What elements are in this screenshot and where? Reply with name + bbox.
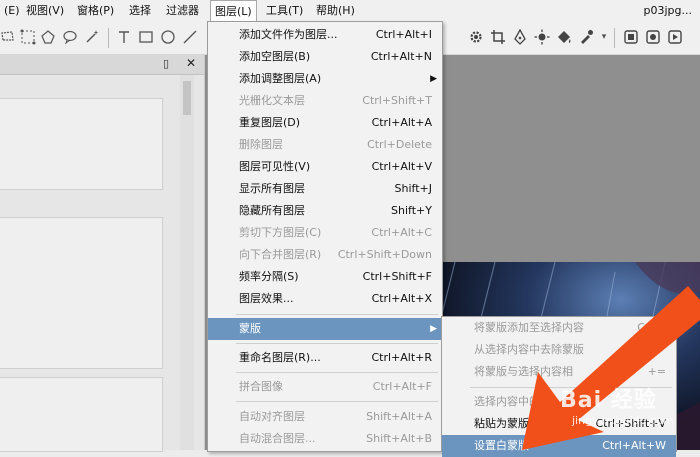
- menu-item-merge-down[interactable]: 向下合并图层(R) Ctrl+Shift+Down: [208, 244, 442, 266]
- menu-item-add-empty-layer[interactable]: 添加空图层(B) Ctrl+Alt+N: [208, 46, 442, 68]
- menu-view[interactable]: 视图(V): [22, 0, 68, 22]
- lasso-icon[interactable]: [0, 29, 16, 45]
- menu-tools[interactable]: 工具(T): [262, 0, 307, 22]
- menu-item-duplicate-layer[interactable]: 重复图层(D) Ctrl+Alt+A: [208, 112, 442, 134]
- rect-icon[interactable]: [138, 29, 154, 45]
- menu-select[interactable]: 选择: [125, 0, 155, 22]
- menu-separator-4: [236, 401, 438, 402]
- menu-item-frequency-separation[interactable]: 频率分隔(S) Ctrl+Shift+F: [208, 266, 442, 288]
- magic-wand-icon[interactable]: [84, 29, 100, 45]
- toolbar-separator-2: [614, 28, 615, 48]
- submenu-item-add-mask-to-selection[interactable]: 将蒙版添加至选择内容 Ctrl+: [442, 317, 676, 339]
- menu-item-flatten-image[interactable]: 拼合图像 Ctrl+Alt+F: [208, 376, 442, 398]
- menu-item-layer-effects[interactable]: 图层效果... Ctrl+Alt+X: [208, 288, 442, 310]
- menu-item-delete-layer[interactable]: 删除图层 Ctrl+Delete: [208, 134, 442, 156]
- marquee-icon[interactable]: [20, 29, 36, 45]
- menu-separator: [236, 314, 438, 315]
- ellipse-icon[interactable]: [160, 29, 176, 45]
- text-icon[interactable]: [116, 29, 132, 45]
- menu-item-mask[interactable]: 蒙版 ▶: [208, 318, 442, 340]
- document-title: p03jpg...: [643, 4, 693, 17]
- menu-help[interactable]: 帮助(H): [312, 0, 359, 22]
- pin-icon[interactable]: ▯: [163, 57, 169, 70]
- panel-section-1: [0, 98, 163, 190]
- left-scrollbar[interactable]: [180, 75, 194, 450]
- menu-item-auto-blend-layers[interactable]: 自动混合图层... Shift+Alt+B: [208, 428, 442, 450]
- submenu-item-remove-mask-from-selection[interactable]: 从选择内容中去除蒙版: [442, 339, 676, 361]
- left-panel: ▯ ✕: [0, 55, 205, 452]
- menubar: (E) 视图(V) 窗格(P) 选择 过滤器 图层(L) 工具(T) 帮助(H)…: [0, 0, 700, 23]
- submenu-arrow-icon: ▶: [430, 74, 437, 84]
- baidu-watermark: Bai 经验 jingyan.baidu.com: [560, 388, 674, 427]
- menu-item-auto-align-layers[interactable]: 自动对齐图层 Shift+Alt+A: [208, 406, 442, 428]
- menu-item-rename-layer[interactable]: 重命名图层(R)... Ctrl+Alt+R: [208, 347, 442, 369]
- menu-item-show-all-layers[interactable]: 显示所有图层 Shift+J: [208, 178, 442, 200]
- menu-layer[interactable]: 图层(L): [210, 0, 257, 23]
- panel-section-3: [0, 377, 163, 452]
- play-icon[interactable]: [667, 29, 683, 45]
- dropper-icon[interactable]: [578, 29, 594, 45]
- panel-section-2: [0, 217, 163, 369]
- crop-icon[interactable]: [490, 29, 506, 45]
- menu-item-layer-visibility[interactable]: 图层可见性(V) Ctrl+Alt+V: [208, 156, 442, 178]
- pen-icon[interactable]: [512, 29, 528, 45]
- menu-item-hide-all-layers[interactable]: 隐藏所有图层 Shift+Y: [208, 200, 442, 222]
- line-icon[interactable]: [182, 29, 198, 45]
- menu-edit[interactable]: (E): [0, 0, 24, 22]
- menu-pane[interactable]: 窗格(P): [73, 0, 118, 22]
- submenu-arrow-icon: ▶: [430, 324, 437, 334]
- menu-item-rasterize-text-layer[interactable]: 光栅化文本层 Ctrl+Shift+T: [208, 90, 442, 112]
- speech-icon[interactable]: [62, 29, 78, 45]
- brightness-icon[interactable]: [534, 29, 550, 45]
- gear-icon[interactable]: [468, 29, 484, 45]
- menu-item-add-file-as-layer[interactable]: 添加文件作为图层... Ctrl+Alt+I: [208, 24, 442, 46]
- menu-item-clip-below-layer[interactable]: 剪切下方图层(C) Ctrl+Alt+C: [208, 222, 442, 244]
- polygon-icon[interactable]: [40, 29, 56, 45]
- bucket-icon[interactable]: [556, 29, 572, 45]
- chevron-down-icon[interactable]: ▾: [596, 29, 612, 45]
- menu-item-add-adjustment-layer[interactable]: 添加调整图层(A) ▶: [208, 68, 442, 90]
- menu-filter[interactable]: 过滤器: [162, 0, 203, 22]
- layer-menu-dropdown: 添加文件作为图层... Ctrl+Alt+I 添加空图层(B) Ctrl+Alt+N…: [207, 21, 443, 452]
- record-icon[interactable]: [645, 29, 661, 45]
- menu-separator-3: [236, 372, 438, 373]
- menu-separator-2: [236, 343, 438, 344]
- stop-icon[interactable]: [623, 29, 639, 45]
- close-icon[interactable]: ✕: [186, 56, 196, 70]
- scrollbar-thumb[interactable]: [183, 81, 191, 115]
- panel-header: ▯ ✕: [0, 55, 204, 75]
- toolbar-separator: [108, 28, 109, 48]
